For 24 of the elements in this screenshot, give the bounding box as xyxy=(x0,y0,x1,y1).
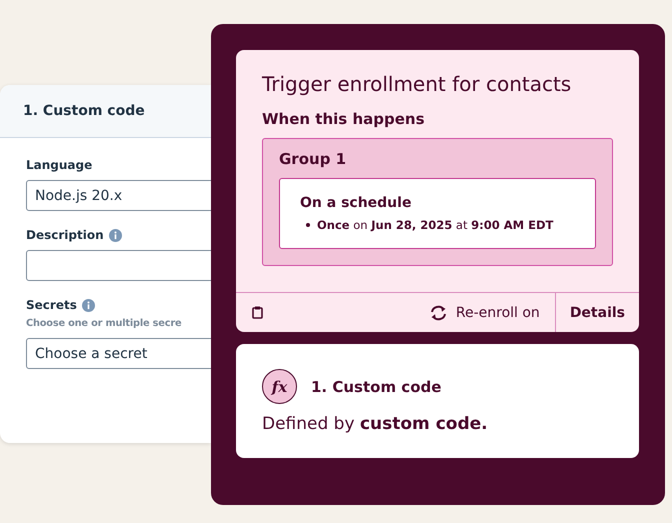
schedule-text: Once on Jun 28, 2025 at 9:00 AM EDT xyxy=(317,218,554,232)
field-label: Description xyxy=(26,228,104,242)
input-field[interactable]: Choose a secret xyxy=(26,338,211,369)
action-description: Defined by custom code. xyxy=(262,414,489,434)
re-enroll-button[interactable]: Re-enroll on xyxy=(422,293,555,332)
field-hint: Choose one or multiple secre xyxy=(26,318,182,329)
group-title: Group 1 xyxy=(279,150,348,168)
info-icon[interactable] xyxy=(82,298,95,312)
trigger-title: Trigger enrollment for contacts xyxy=(262,72,572,96)
condition-card[interactable]: On a schedule Once on Jun 28, 2025 at 9:00 AM EDT xyxy=(279,178,596,249)
field-label: Language xyxy=(26,158,92,172)
condition-title: On a schedule xyxy=(300,195,412,211)
section-heading: When this happens xyxy=(262,110,426,128)
details-button[interactable]: Details xyxy=(554,293,639,332)
action-title: 1. Custom code xyxy=(311,378,442,396)
info-icon[interactable] xyxy=(108,228,122,242)
panel-title: 1. Custom code xyxy=(23,103,145,119)
field-label: Secrets xyxy=(26,298,77,312)
bullet-icon xyxy=(306,223,310,227)
sync-icon xyxy=(428,304,448,320)
input-field[interactable]: Node.js 20.x xyxy=(26,180,211,211)
function-icon: fx xyxy=(262,369,297,404)
clipboard-icon[interactable] xyxy=(252,306,263,319)
input-field[interactable] xyxy=(26,250,211,281)
